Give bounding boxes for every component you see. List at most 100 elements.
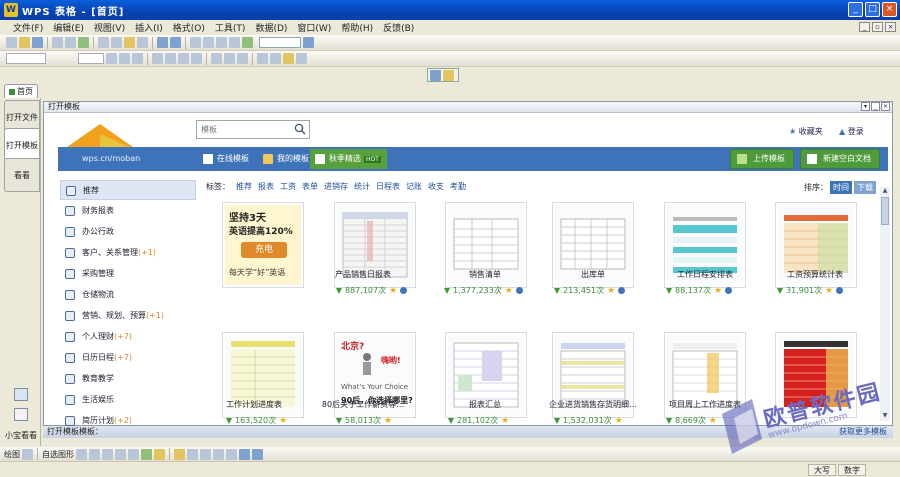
tag-link[interactable]: 报表: [258, 181, 274, 192]
category-item[interactable]: 个人理财(+7): [60, 327, 196, 347]
sort-by-time-button[interactable]: 时间: [830, 181, 852, 194]
tag-link[interactable]: 日程表: [376, 181, 400, 192]
tag-link[interactable]: 进销存: [324, 181, 348, 192]
menu-view[interactable]: 视图(V): [89, 21, 130, 34]
scroll-thumb[interactable]: [881, 197, 889, 225]
category-item[interactable]: 日历日程(+7): [60, 348, 196, 368]
panel-menu-button[interactable]: ▾: [861, 102, 870, 111]
category-item[interactable]: 仓储物流: [60, 285, 196, 305]
menu-data[interactable]: 数据(D): [250, 21, 292, 34]
document-icon[interactable]: [14, 408, 28, 421]
new-blank-document-button[interactable]: 新建空白文档: [800, 149, 880, 169]
paste-icon[interactable]: [124, 37, 135, 48]
share-icon[interactable]: [725, 287, 733, 294]
italic-icon[interactable]: [119, 53, 130, 64]
copy-icon[interactable]: [111, 37, 122, 48]
menu-feedback[interactable]: 反馈(B): [378, 21, 419, 34]
zoom-select[interactable]: [259, 37, 301, 48]
fill-icon[interactable]: [174, 448, 185, 460]
arrow-icon[interactable]: [89, 448, 100, 460]
view-normal-icon[interactable]: [430, 70, 441, 81]
tag-link[interactable]: 考勤: [450, 181, 466, 192]
maximize-button[interactable]: □: [865, 2, 880, 17]
menu-window[interactable]: 窗口(W): [292, 21, 336, 34]
category-item[interactable]: 客户、关系管理(+1): [60, 243, 196, 263]
category-item[interactable]: 财务报表: [60, 201, 196, 221]
template-title[interactable]: 产品销售日报表: [303, 269, 423, 280]
star-icon[interactable]: ★: [825, 286, 833, 296]
template-title[interactable]: 工作日程安排表: [645, 269, 765, 280]
tag-link[interactable]: 工资: [280, 181, 296, 192]
panel-minimize-button[interactable]: _: [871, 102, 880, 111]
merge-cells-icon[interactable]: [191, 53, 202, 64]
sum-icon[interactable]: [203, 37, 214, 48]
favorites-link[interactable]: ★ 收藏夹: [789, 126, 823, 137]
template-title[interactable]: 工资预算统计表: [755, 269, 875, 280]
fill-color-icon[interactable]: [283, 53, 294, 64]
tag-link[interactable]: 表单: [302, 181, 318, 192]
tag-link[interactable]: 收支: [428, 181, 444, 192]
line-color-icon[interactable]: [187, 448, 198, 460]
template-title[interactable]: 80后关于工作薪资等…: [303, 399, 423, 410]
dash-style-icon[interactable]: [226, 448, 237, 460]
category-item[interactable]: 采购管理: [60, 264, 196, 284]
help-icon[interactable]: [303, 37, 314, 48]
star-icon[interactable]: ★: [615, 416, 623, 426]
template-title[interactable]: 企业进货销售存货明细…: [533, 399, 653, 410]
category-item[interactable]: 生活娱乐: [60, 390, 196, 410]
minimize-button[interactable]: _: [848, 2, 863, 17]
mdi-minimize-button[interactable]: _: [859, 22, 870, 32]
mdi-close-button[interactable]: ×: [885, 22, 896, 32]
cut-icon[interactable]: [98, 37, 109, 48]
autoshape-menu[interactable]: 自选图形: [42, 449, 74, 460]
menu-edit[interactable]: 编辑(E): [48, 21, 89, 34]
star-icon[interactable]: ★: [389, 286, 397, 296]
tag-link[interactable]: 统计: [354, 181, 370, 192]
select-icon[interactable]: [22, 448, 33, 460]
clipart-icon[interactable]: [141, 448, 152, 460]
category-item[interactable]: 营销、规划、预算(+1): [60, 306, 196, 326]
tag-link[interactable]: 推荐: [236, 181, 252, 192]
border-icon[interactable]: [270, 53, 281, 64]
tab-online-templates[interactable]: 在线模板: [198, 149, 255, 169]
font-color-icon[interactable]: [200, 448, 211, 460]
view-switch[interactable]: [427, 68, 459, 82]
undo-icon[interactable]: [157, 37, 168, 48]
tab-seasonal[interactable]: 秋季精选 HOT: [310, 149, 387, 169]
tab-home[interactable]: 首页: [4, 84, 38, 98]
menu-help[interactable]: 帮助(H): [336, 21, 378, 34]
star-icon[interactable]: ★: [714, 286, 722, 296]
login-link[interactable]: ▲ 登录: [839, 126, 864, 137]
star-icon[interactable]: ★: [279, 416, 287, 426]
star-icon[interactable]: ★: [607, 286, 615, 296]
print-icon[interactable]: [52, 37, 63, 48]
rectangle-icon[interactable]: [102, 448, 113, 460]
star-icon[interactable]: ★: [505, 286, 513, 296]
sort-asc-icon[interactable]: [216, 37, 227, 48]
view-page-icon[interactable]: [443, 70, 454, 81]
tag-link[interactable]: 记账: [406, 181, 422, 192]
star-icon[interactable]: ★: [501, 416, 509, 426]
promo-charge-button[interactable]: 充电: [241, 242, 287, 258]
star-icon[interactable]: ★: [709, 416, 717, 426]
align-right-icon[interactable]: [178, 53, 189, 64]
star-icon[interactable]: ★: [384, 416, 392, 426]
side-tab-look[interactable]: 看看: [4, 158, 40, 192]
font-size-select[interactable]: [78, 53, 104, 64]
align-left-icon[interactable]: [152, 53, 163, 64]
oval-icon[interactable]: [115, 448, 126, 460]
draw-menu[interactable]: 绘图: [4, 449, 20, 460]
bold-icon[interactable]: [106, 53, 117, 64]
tab-my-templates[interactable]: 我的模板: [258, 149, 315, 169]
close-button[interactable]: ×: [882, 2, 897, 17]
search-icon[interactable]: [294, 123, 306, 135]
indent-icon[interactable]: [257, 53, 268, 64]
preview-icon[interactable]: [65, 37, 76, 48]
percent-icon[interactable]: [224, 53, 235, 64]
template-title[interactable]: 销售清单: [425, 269, 545, 280]
mdi-restore-button[interactable]: ▫: [872, 22, 883, 32]
share-icon[interactable]: [400, 287, 408, 294]
template-title[interactable]: 报表汇总: [425, 399, 545, 410]
spellcheck-icon[interactable]: [78, 37, 89, 48]
category-item[interactable]: 推荐: [60, 180, 196, 200]
